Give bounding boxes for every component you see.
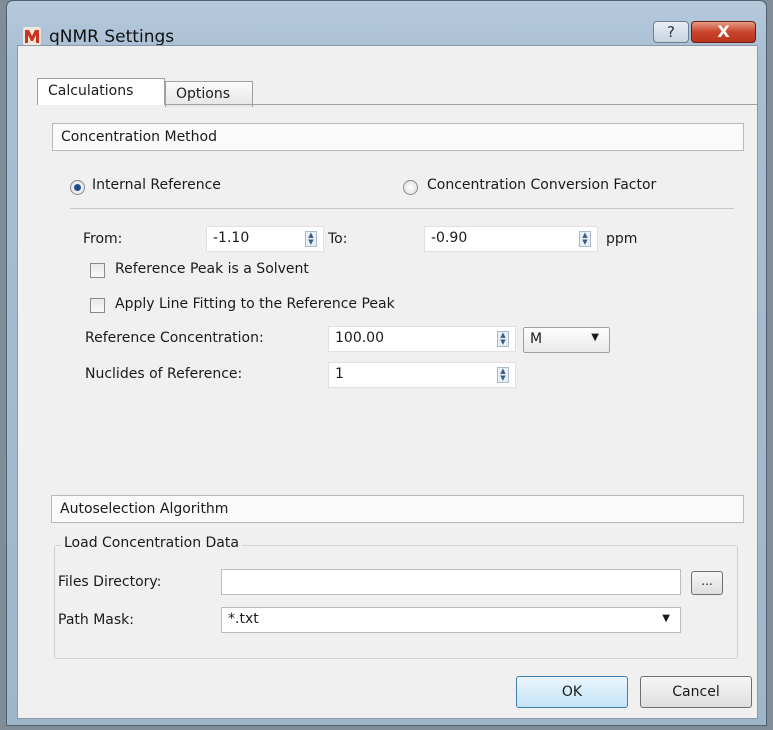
app-logo-icon [23,27,41,45]
concentration-method-title: Concentration Method [61,129,217,145]
nuclides-of-reference-label: Nuclides of Reference: [85,366,243,382]
cancel-button[interactable]: Cancel [640,676,752,708]
to-stepper-icon[interactable]: ▲ ▼ [579,231,591,247]
load-concentration-data-title: Load Concentration Data [61,535,242,551]
nuclides-of-reference-value: 1 [335,366,344,382]
dialog-window: qNMR Settings ? X Calculations Options C… [6,0,767,726]
chevron-down-icon: ▼ [662,613,670,624]
concentration-unit-select[interactable]: M ▼ [523,327,610,353]
autoselection-algorithm-header: Autoselection Algorithm [51,495,744,523]
dialog-body: Calculations Options Concentration Metho… [17,45,758,719]
from-spinbox[interactable]: -1.10 ▲ ▼ [206,226,324,252]
reference-concentration-spinbox[interactable]: 100.00 ▲ ▼ [328,326,516,352]
to-value: -0.90 [431,230,468,246]
reference-peak-solvent-label: Reference Peak is a Solvent [115,261,309,277]
path-mask-label: Path Mask: [58,612,134,628]
concentration-unit-value: M [530,331,543,347]
from-value: -1.10 [213,230,250,246]
apply-line-fitting-label: Apply Line Fitting to the Reference Peak [115,296,395,312]
to-label: To: [328,231,348,247]
reference-concentration-label: Reference Concentration: [85,330,264,346]
chevron-down-icon: ▼ [591,332,599,343]
help-button[interactable]: ? [653,21,689,43]
path-mask-value: *.txt [228,611,259,627]
close-button[interactable]: X [691,21,756,43]
reference-concentration-stepper-icon[interactable]: ▲ ▼ [497,331,509,347]
files-directory-label: Files Directory: [58,574,162,590]
browse-button[interactable]: ... [691,571,723,595]
apply-line-fitting-checkbox[interactable] [90,298,105,313]
internal-reference-label: Internal Reference [92,177,221,193]
window-title: qNMR Settings [49,27,175,47]
nuclides-of-reference-spinbox[interactable]: 1 ▲ ▼ [328,362,516,388]
reference-concentration-value: 100.00 [335,330,384,346]
load-concentration-data-group [54,545,738,659]
to-spinbox[interactable]: -0.90 ▲ ▼ [424,226,598,252]
from-stepper-icon[interactable]: ▲ ▼ [305,231,317,247]
title-bar[interactable]: qNMR Settings ? X [7,1,766,47]
section-divider [70,208,734,209]
concentration-method-header: Concentration Method [52,123,744,151]
files-directory-input[interactable] [221,569,681,595]
nuclides-stepper-icon[interactable]: ▲ ▼ [497,367,509,383]
radio-internal-reference[interactable] [70,180,85,195]
autoselection-algorithm-title: Autoselection Algorithm [60,501,229,517]
radio-concentration-conversion-factor[interactable] [403,180,418,195]
concentration-conversion-factor-label: Concentration Conversion Factor [427,177,657,193]
reference-peak-solvent-checkbox[interactable] [90,263,105,278]
tab-calculations[interactable]: Calculations [37,78,165,105]
ok-button[interactable]: OK [516,676,628,708]
from-label: From: [83,231,123,247]
ppm-unit-label: ppm [606,231,638,247]
path-mask-select[interactable]: *.txt ▼ [221,607,681,633]
